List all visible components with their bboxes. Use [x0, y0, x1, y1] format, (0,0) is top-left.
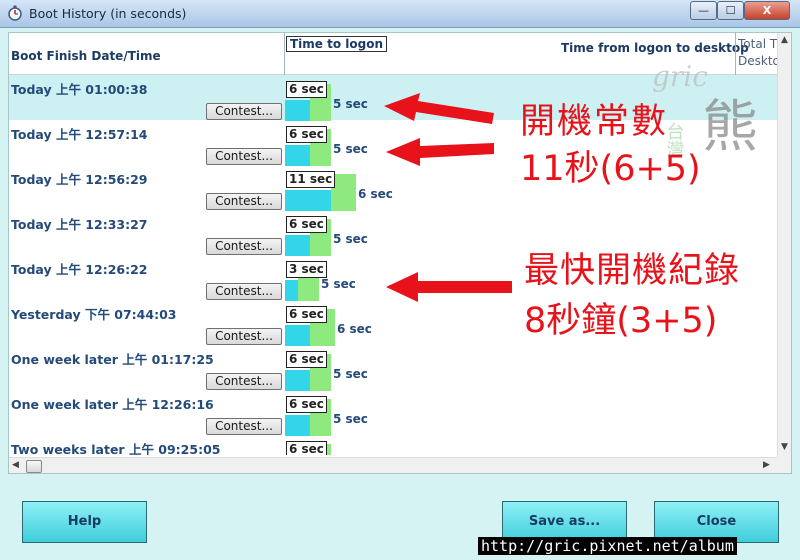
contest-button[interactable]: Contest...	[206, 193, 282, 210]
logon-time-bar	[285, 280, 298, 301]
contest-button[interactable]: Contest...	[206, 283, 282, 300]
table-row[interactable]: Two weeks later 上午 09:25:05 6 sec	[9, 435, 777, 455]
boot-date: Two weeks later 上午 09:25:05	[11, 442, 221, 455]
desktop-time-label: 6 sec	[337, 322, 372, 336]
logon-time-label: 6 sec	[286, 81, 327, 98]
help-button[interactable]: Help	[22, 501, 147, 543]
stopwatch-icon	[8, 5, 22, 21]
horizontal-scrollbar[interactable]: ◀ ▶	[9, 457, 777, 473]
boot-date: Yesterday 下午 07:44:03	[11, 307, 177, 322]
boot-date: One week later 上午 12:26:16	[11, 397, 214, 412]
logo-bear: 熊	[702, 95, 758, 158]
logon-time-bar	[285, 325, 310, 346]
boot-date: Today 上午 12:57:14	[11, 127, 148, 142]
boot-date: Today 上午 01:00:38	[11, 82, 148, 97]
logon-time-bar	[285, 190, 331, 211]
logon-time-bar	[285, 235, 310, 256]
logo-script: gric	[652, 60, 708, 93]
contest-button[interactable]: Contest...	[206, 148, 282, 165]
logon-time-label: 6 sec	[286, 126, 327, 143]
window-title: Boot History (in seconds)	[29, 6, 187, 21]
column-header-total-line1: Total T	[738, 37, 778, 51]
table-row[interactable]: One week later 上午 12:26:16 Contest... 6 se…	[9, 390, 777, 436]
table-row[interactable]: One week later 上午 01:17:25 Contest... 6 se…	[9, 345, 777, 391]
column-header-date[interactable]: Boot Finish Date/Time	[11, 49, 161, 63]
logon-time-label: 11 sec	[286, 171, 336, 188]
footer-url: http://gric.pixnet.net/album	[478, 537, 737, 555]
logon-time-bar	[285, 100, 310, 121]
desktop-time-label: 6 sec	[358, 187, 393, 201]
annotation-normal-boot: 開機常數	[520, 102, 669, 142]
contest-button[interactable]: Contest...	[206, 373, 282, 390]
annotation-normal-boot-time: 11秒(6+5)	[520, 149, 701, 189]
boot-date: Today 上午 12:56:29	[11, 172, 148, 187]
desktop-time-label: 5 sec	[333, 97, 368, 111]
annotation-fastest-boot: 最快開機紀錄	[524, 251, 741, 291]
logon-time-label: 6 sec	[286, 441, 327, 455]
logon-time-label: 6 sec	[286, 216, 327, 233]
desktop-time-label: 5 sec	[333, 412, 368, 426]
scroll-down-arrow-icon[interactable]: ▼	[781, 442, 788, 452]
scroll-right-arrow-icon[interactable]: ▶	[763, 460, 770, 470]
desktop-time-label: 5 sec	[333, 142, 368, 156]
column-divider[interactable]	[284, 33, 285, 75]
column-header-logon[interactable]: Time to logon	[286, 36, 388, 52]
boot-date: Today 上午 12:26:22	[11, 262, 148, 277]
scroll-up-arrow-icon[interactable]: ▲	[781, 35, 788, 45]
annotation-fastest-boot-time: 8秒鐘(3+5)	[524, 301, 718, 341]
logon-time-label: 6 sec	[286, 396, 327, 413]
column-header-desktop[interactable]: Time from logon to desktop	[561, 41, 749, 55]
logon-time-label: 6 sec	[286, 306, 327, 323]
logon-time-bar	[285, 370, 310, 391]
close-window-button[interactable]: X	[744, 1, 790, 20]
boot-date: One week later 上午 01:17:25	[11, 352, 214, 367]
maximize-button[interactable]: ☐	[717, 1, 744, 20]
desktop-time-label: 5 sec	[333, 367, 368, 381]
scrollbar-corner	[777, 457, 791, 473]
contest-button[interactable]: Contest...	[206, 328, 282, 345]
contest-button[interactable]: Contest...	[206, 103, 282, 120]
logon-time-bar	[285, 145, 310, 166]
boot-date: Today 上午 12:33:27	[11, 217, 148, 232]
contest-button[interactable]: Contest...	[206, 238, 282, 255]
horizontal-scroll-thumb[interactable]	[26, 460, 42, 473]
desktop-time-label: 5 sec	[321, 277, 356, 291]
logon-time-bar	[285, 415, 310, 436]
contest-button[interactable]: Contest...	[206, 418, 282, 435]
desktop-time-label: 5 sec	[333, 232, 368, 246]
minimize-button[interactable]: —	[690, 1, 717, 20]
title-bar: Boot History (in seconds) — ☐ X	[0, 0, 800, 28]
scroll-left-arrow-icon[interactable]: ◀	[12, 460, 19, 470]
logon-time-label: 3 sec	[286, 261, 327, 278]
logon-time-label: 6 sec	[286, 351, 327, 368]
